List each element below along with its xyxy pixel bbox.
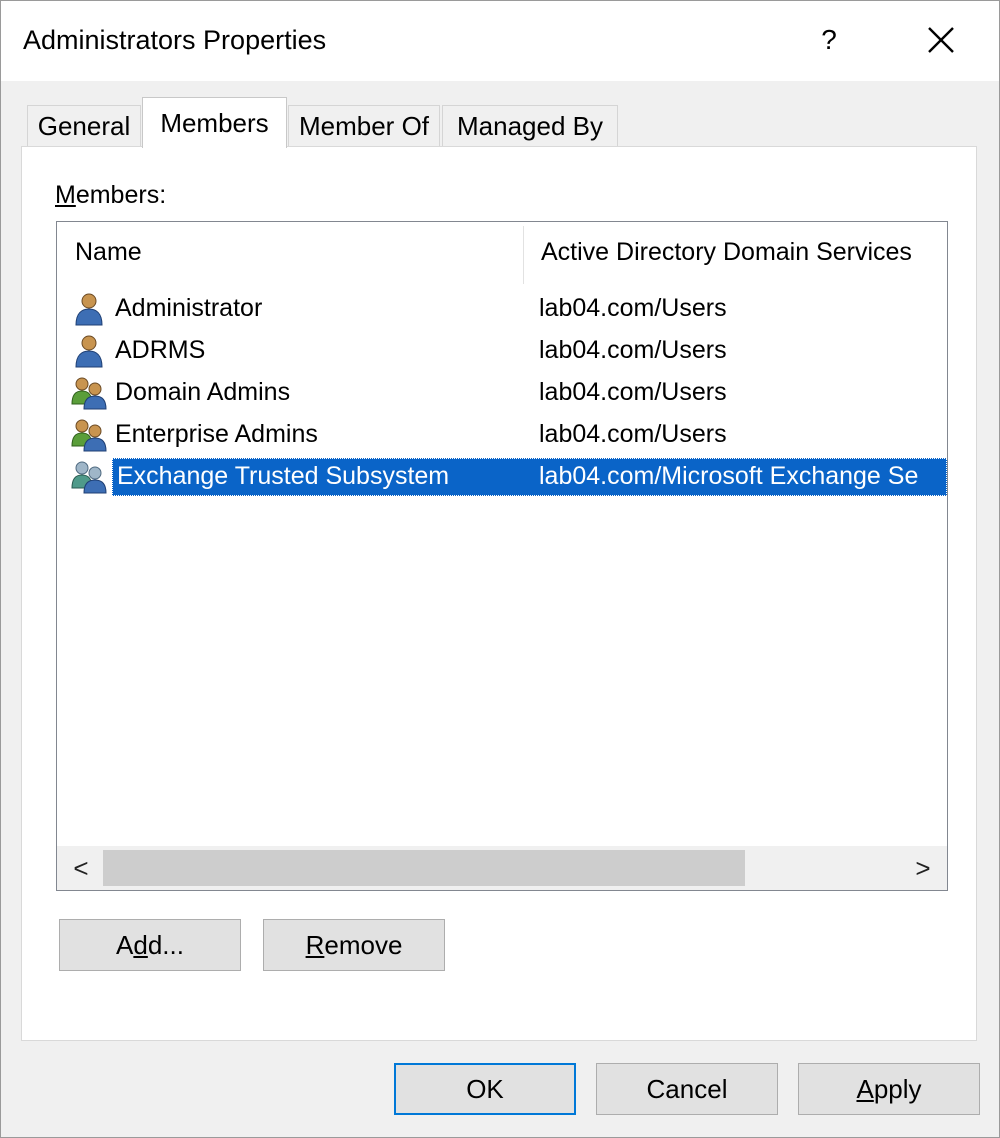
column-header-name[interactable]: Name	[75, 238, 142, 267]
column-header-folder[interactable]: Active Directory Domain Services	[541, 238, 912, 267]
tab-managed-by[interactable]: Managed By	[442, 105, 618, 147]
member-folder: lab04.com/Microsoft Exchange Se	[539, 462, 919, 490]
window-title: Administrators Properties	[23, 25, 327, 55]
title-bar[interactable]: Administrators Properties ?	[1, 1, 999, 81]
member-name: ADRMS	[115, 336, 206, 364]
ok-button[interactable]: OK	[394, 1063, 576, 1115]
members-list[interactable]: Name Active Directory Domain Services Ad…	[56, 221, 948, 891]
member-name: Domain Admins	[115, 378, 291, 406]
member-name: Exchange Trusted Subsystem	[117, 462, 450, 490]
scroll-thumb[interactable]	[103, 850, 745, 886]
apply-button[interactable]: Apply	[798, 1063, 980, 1115]
close-icon	[928, 27, 954, 53]
member-name: Administrator	[115, 294, 263, 322]
cancel-button[interactable]: Cancel	[596, 1063, 778, 1115]
user-icon	[75, 293, 103, 326]
close-button[interactable]	[911, 11, 971, 69]
column-separator[interactable]	[523, 226, 524, 284]
member-folder: lab04.com/Users	[539, 420, 727, 448]
list-item[interactable]: Domain Admins lab04.com/Users	[57, 372, 947, 414]
help-button[interactable]: ?	[801, 11, 857, 69]
scroll-left-button[interactable]: <	[61, 846, 101, 890]
list-item[interactable]: Administrator lab04.com/Users	[57, 288, 947, 330]
tab-members[interactable]: Members	[142, 97, 287, 148]
add-button[interactable]: Ad d...	[59, 919, 241, 971]
list-item[interactable]: ADRMS lab04.com/Users	[57, 330, 947, 372]
tab-general[interactable]: General	[27, 105, 141, 147]
group-icon	[71, 419, 107, 452]
properties-dialog: Administrators Properties ? General Memb…	[0, 0, 1000, 1138]
member-folder: lab04.com/Users	[539, 336, 727, 364]
member-folder: lab04.com/Users	[539, 378, 727, 406]
tab-member-of[interactable]: Member Of	[288, 105, 440, 147]
user-icon	[75, 335, 103, 368]
member-name: Enterprise Admins	[115, 420, 318, 448]
horizontal-scrollbar[interactable]: < >	[57, 846, 947, 890]
member-folder: lab04.com/Users	[539, 294, 727, 322]
list-item[interactable]: Enterprise Admins lab04.com/Users	[57, 414, 947, 456]
list-item-selected[interactable]: Exchange Trusted Subsystem lab04.com/Mic…	[57, 456, 947, 498]
group-icon	[71, 461, 107, 494]
group-icon	[71, 377, 107, 410]
scroll-right-button[interactable]: >	[903, 846, 943, 890]
remove-button[interactable]: Remove	[263, 919, 445, 971]
members-label: Members:	[55, 181, 167, 209]
